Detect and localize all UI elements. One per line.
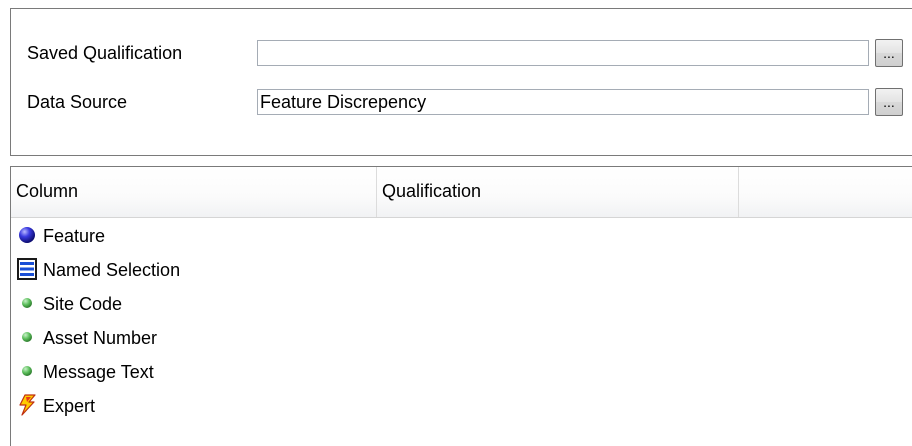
tree-item-named-selection[interactable]: Named Selection: [13, 253, 613, 287]
tree-item-message-text[interactable]: Message Text: [13, 355, 613, 389]
data-source-browse-button[interactable]: ...: [875, 88, 903, 116]
tree-item-label: Expert: [43, 396, 96, 416]
tree-item-asset-number[interactable]: Asset Number: [13, 321, 613, 355]
saved-qualification-label: Saved Qualification: [27, 43, 183, 63]
tree-item-label: Named Selection: [43, 260, 181, 280]
tree-item-site-code[interactable]: Site Code: [13, 287, 613, 321]
tree-item-label: Site Code: [43, 294, 123, 314]
green-dot-icon: [22, 332, 32, 342]
tree-item-label: Asset Number: [43, 328, 158, 348]
green-dot-icon: [22, 298, 32, 308]
tree-item-expert[interactable]: Expert: [13, 389, 613, 423]
qualification-form-panel: Saved Qualification ... Data Source ...: [10, 8, 912, 156]
column-header-qualification[interactable]: Qualification: [377, 167, 739, 217]
tree-item-label: Message Text: [43, 362, 154, 382]
grid-header: Column Qualification: [11, 167, 912, 218]
data-source-label: Data Source: [27, 92, 128, 112]
column-header-column[interactable]: Column: [11, 167, 377, 217]
tree-item-feature[interactable]: Feature: [13, 219, 613, 253]
lightning-icon: [19, 394, 36, 416]
qualification-grid: Column Qualification Feature Named Selec…: [10, 166, 912, 446]
tree-item-label: Feature: [43, 226, 106, 246]
green-dot-icon: [22, 366, 32, 376]
column-tree: Feature Named Selection Site Code Asset …: [13, 219, 613, 423]
data-source-input[interactable]: [257, 89, 869, 115]
named-selection-icon: [17, 258, 37, 280]
blue-sphere-icon: [19, 227, 35, 243]
column-header-empty[interactable]: [739, 167, 912, 217]
saved-qualification-input[interactable]: [257, 40, 869, 66]
saved-qualification-browse-button[interactable]: ...: [875, 39, 903, 67]
